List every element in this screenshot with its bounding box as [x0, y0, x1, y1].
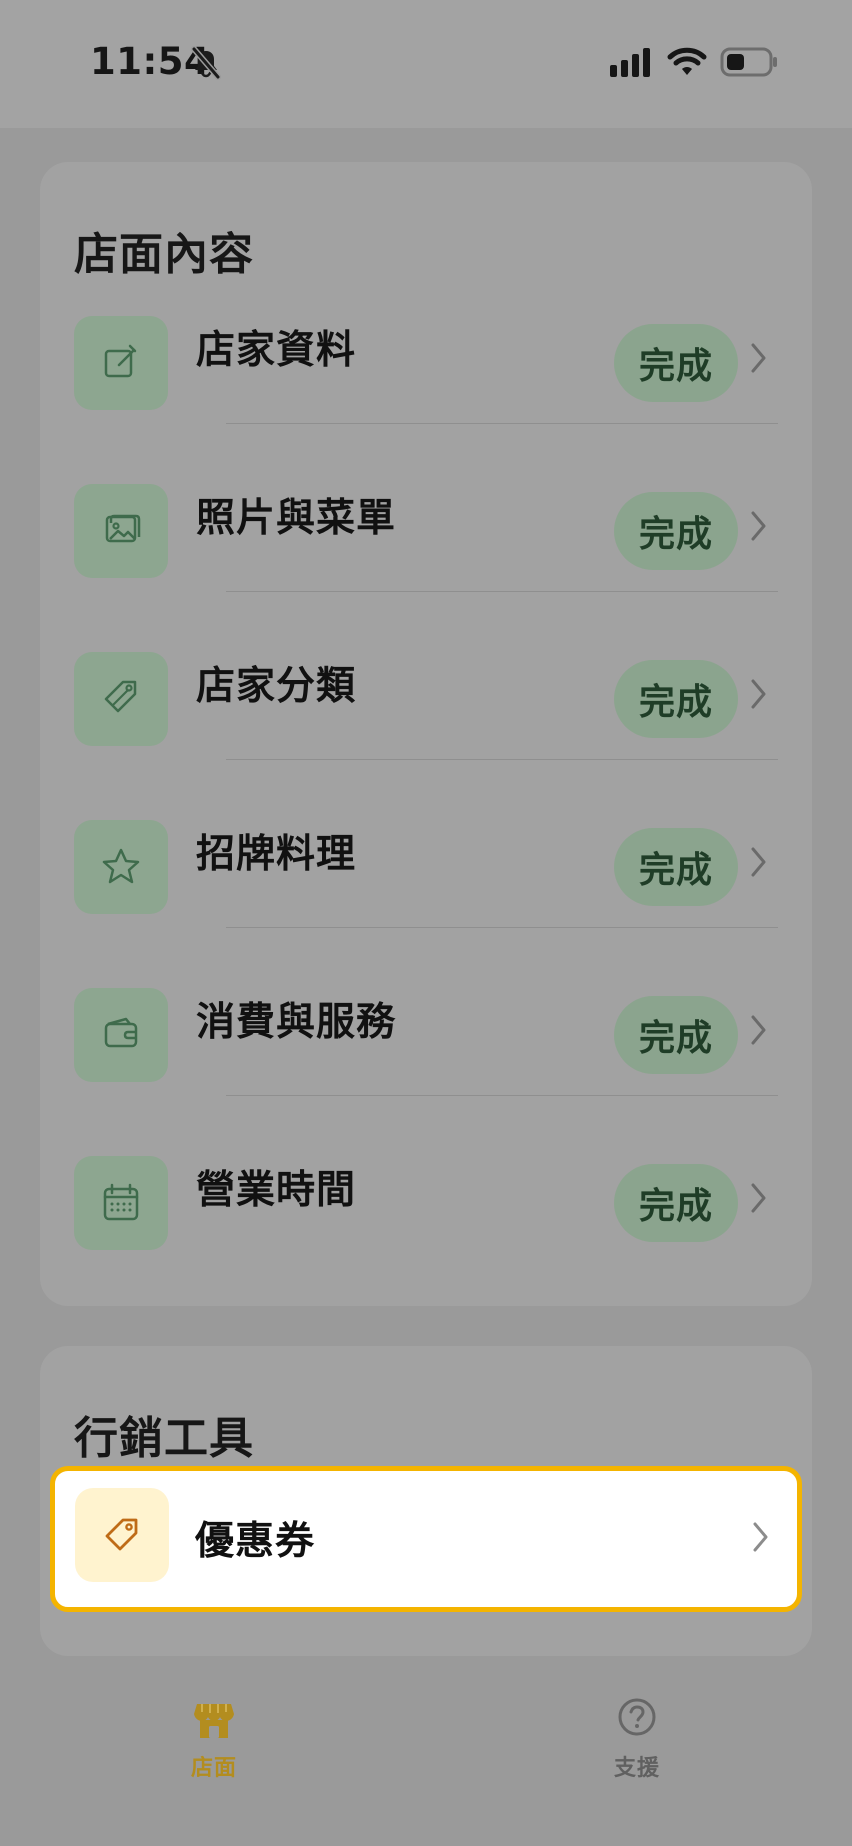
nav-support-tab[interactable]: 支援 — [557, 1696, 717, 1792]
status-badge: 完成 — [614, 1164, 738, 1242]
status-bar: 11:54 — [0, 0, 852, 128]
store-content-label: 招牌料理 — [196, 832, 357, 877]
calendar-icon — [74, 1156, 168, 1250]
coupon-label: 優惠券 — [195, 1519, 316, 1564]
row-divider — [226, 591, 778, 592]
store-content-list: 店家資料 完成 照片與菜單 完成 店家分類 完成 招牌料理 完成 消費與服務 完… — [40, 306, 812, 1314]
marketing-tools-title: 行銷工具 — [74, 1413, 254, 1464]
store-content-item-business-hours[interactable]: 營業時間 完成 — [40, 1146, 812, 1314]
store-content-label: 店家資料 — [196, 328, 357, 373]
row-divider — [226, 927, 778, 928]
chevron-right-icon — [751, 1015, 766, 1045]
row-divider — [226, 759, 778, 760]
store-content-label: 店家分類 — [196, 664, 357, 709]
chevron-right-icon — [751, 343, 766, 373]
marketing-tools-card: 行銷工具 優惠券 — [40, 1346, 812, 1656]
help-icon — [618, 1698, 656, 1736]
store-content-label: 消費與服務 — [196, 1000, 397, 1045]
store-content-card: 店面內容 店家資料 完成 照片與菜單 完成 店家分類 完成 招牌料理 完成 消費… — [40, 162, 812, 1306]
store-content-label: 照片與菜單 — [196, 496, 397, 541]
status-badge: 完成 — [614, 660, 738, 738]
app-screen: 11:54 店面內容 店家資料 完成 照片與菜單 完成 店家分類 完成 招牌料理… — [0, 0, 852, 1846]
tag-icon — [74, 652, 168, 746]
signal-bars-icon — [610, 48, 650, 77]
coupon-tag-icon — [75, 1488, 169, 1582]
chevron-right-icon — [751, 679, 766, 709]
edit-icon — [74, 316, 168, 410]
status-badge: 完成 — [614, 492, 738, 570]
wifi-icon — [667, 47, 707, 75]
chevron-right-icon — [753, 1522, 768, 1552]
chevron-right-icon — [751, 847, 766, 877]
chevron-right-icon — [751, 511, 766, 541]
status-badge: 完成 — [614, 996, 738, 1074]
nav-support-label: 支援 — [613, 1756, 660, 1781]
store-content-item-photos-menu[interactable]: 照片與菜單 完成 — [40, 474, 812, 642]
bottom-navigation: 店面 支援 — [0, 1666, 852, 1846]
bell-slash-icon — [191, 46, 221, 80]
coupon-item[interactable]: 優惠券 — [50, 1466, 802, 1612]
status-badge: 完成 — [614, 324, 738, 402]
nav-store-label: 店面 — [190, 1756, 237, 1781]
store-content-item-categories[interactable]: 店家分類 完成 — [40, 642, 812, 810]
image-icon — [74, 484, 168, 578]
status-badge: 完成 — [614, 828, 738, 906]
nav-store-tab[interactable]: 店面 — [134, 1696, 294, 1792]
row-divider — [226, 1095, 778, 1096]
row-divider — [226, 423, 778, 424]
store-icon — [194, 1704, 234, 1738]
battery-icon — [720, 47, 777, 77]
star-icon — [74, 820, 168, 914]
store-content-label: 營業時間 — [196, 1168, 357, 1213]
wallet-icon — [74, 988, 168, 1082]
store-content-item-payment-services[interactable]: 消費與服務 完成 — [40, 978, 812, 1146]
store-content-title: 店面內容 — [74, 229, 254, 280]
store-content-item-signature-dishes[interactable]: 招牌料理 完成 — [40, 810, 812, 978]
store-content-item-profile[interactable]: 店家資料 完成 — [40, 306, 812, 474]
chevron-right-icon — [751, 1183, 766, 1213]
